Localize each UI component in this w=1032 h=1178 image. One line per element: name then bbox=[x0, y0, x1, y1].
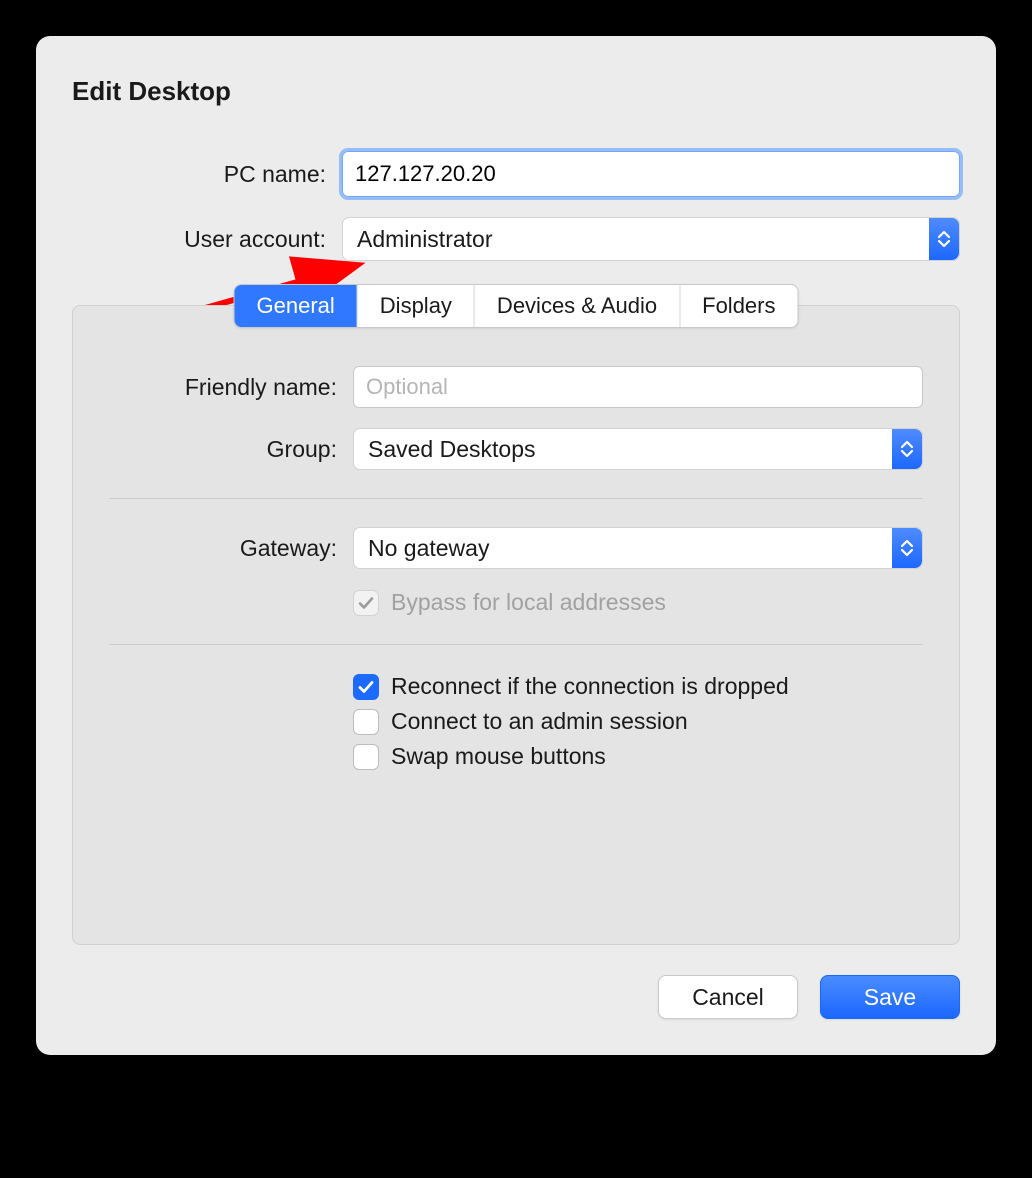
group-select[interactable]: Saved Desktops bbox=[353, 428, 923, 470]
reconnect-label: Reconnect if the connection is dropped bbox=[391, 673, 789, 700]
pc-name-label: PC name: bbox=[72, 161, 342, 188]
swap-mouse-label: Swap mouse buttons bbox=[391, 743, 606, 770]
swap-mouse-checkbox[interactable] bbox=[353, 744, 379, 770]
tab-bar: General Display Devices & Audio Folders bbox=[234, 284, 799, 328]
settings-panel: General Display Devices & Audio Folders … bbox=[72, 305, 960, 945]
dialog-title: Edit Desktop bbox=[72, 76, 960, 107]
divider bbox=[109, 644, 923, 645]
tab-general[interactable]: General bbox=[235, 285, 358, 327]
edit-desktop-sheet: Edit Desktop PC name: User account: Admi… bbox=[36, 36, 996, 1055]
tab-folders[interactable]: Folders bbox=[680, 285, 797, 327]
user-account-label: User account: bbox=[72, 226, 342, 253]
select-stepper-icon bbox=[892, 528, 922, 568]
tab-devices-audio[interactable]: Devices & Audio bbox=[475, 285, 680, 327]
group-value: Saved Desktops bbox=[368, 436, 535, 463]
admin-session-label: Connect to an admin session bbox=[391, 708, 688, 735]
gateway-select[interactable]: No gateway bbox=[353, 527, 923, 569]
tab-display[interactable]: Display bbox=[358, 285, 475, 327]
admin-session-checkbox[interactable] bbox=[353, 709, 379, 735]
bypass-label: Bypass for local addresses bbox=[391, 589, 666, 616]
pc-name-field[interactable] bbox=[342, 151, 960, 197]
friendly-name-label: Friendly name: bbox=[109, 374, 353, 401]
group-label: Group: bbox=[109, 436, 353, 463]
gateway-value: No gateway bbox=[368, 535, 489, 562]
bypass-checkbox bbox=[353, 590, 379, 616]
friendly-name-field[interactable] bbox=[353, 366, 923, 408]
select-stepper-icon bbox=[892, 429, 922, 469]
divider bbox=[109, 498, 923, 499]
user-account-select[interactable]: Administrator bbox=[342, 217, 960, 261]
cancel-button[interactable]: Cancel bbox=[658, 975, 798, 1019]
select-stepper-icon bbox=[929, 218, 959, 260]
gateway-label: Gateway: bbox=[109, 535, 353, 562]
reconnect-checkbox[interactable] bbox=[353, 674, 379, 700]
user-account-value: Administrator bbox=[357, 226, 492, 253]
save-button[interactable]: Save bbox=[820, 975, 960, 1019]
